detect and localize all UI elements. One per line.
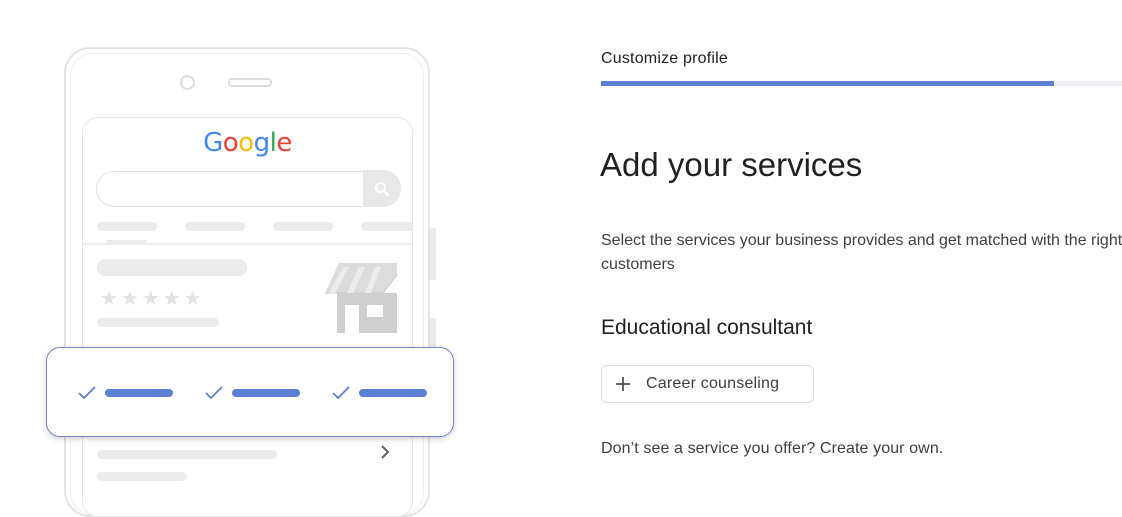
create-own-link[interactable]: Create your own.: [820, 440, 943, 457]
phone-side-button: [430, 228, 436, 280]
google-logo-letter: o: [222, 128, 239, 158]
check-icon: [78, 386, 96, 400]
plus-icon: [614, 375, 632, 393]
check-icon: [332, 386, 350, 400]
checklist-card: [46, 347, 454, 437]
google-logo-letter: g: [253, 128, 271, 158]
search-icon: [363, 170, 401, 207]
phone-speaker: [228, 78, 272, 87]
check-item: [331, 383, 427, 403]
page-title: Add your services: [600, 146, 863, 183]
create-own-question: Don’t see a service you offer?: [601, 440, 816, 457]
rating-stars: ★★★★★: [100, 288, 205, 310]
placeholder-title: [97, 259, 247, 276]
divider: [83, 243, 412, 245]
page-description: Select the services your business provid…: [601, 232, 1122, 273]
placeholder-tab: [273, 222, 333, 231]
google-logo-letter: e: [276, 128, 292, 158]
check-icon: [205, 386, 223, 400]
phone-screen: Google ★★★★★: [82, 117, 413, 517]
storefront-icon: [325, 263, 398, 333]
progress-fill: [601, 81, 1055, 86]
google-logo-letter: G: [203, 128, 223, 158]
mock-search-bar: [96, 170, 401, 207]
chevron-right-icon: [381, 445, 390, 459]
google-logo: Google: [83, 128, 412, 158]
service-chip-career-counseling[interactable]: Career counseling: [601, 365, 814, 403]
placeholder-tab: [361, 222, 412, 231]
placeholder-tab: [97, 222, 157, 231]
placeholder-line: [97, 450, 277, 459]
google-logo-letter: l: [269, 128, 277, 158]
business-category: Educational consultant: [601, 316, 813, 339]
step-label: Customize profile: [601, 50, 729, 67]
phone-illustration: Google ★★★★★: [0, 0, 480, 517]
progress-bar: [601, 81, 1122, 86]
check-item: [77, 383, 173, 403]
placeholder-line: [97, 318, 219, 327]
service-chip-label: Career counseling: [646, 375, 780, 392]
placeholder-tab: [185, 222, 245, 231]
placeholder-line: [97, 472, 187, 481]
google-logo-letter: o: [238, 128, 254, 158]
create-own-prompt: Don’t see a service you offer? Create yo…: [601, 440, 943, 458]
phone-camera: [180, 75, 195, 90]
check-item: [204, 383, 300, 403]
